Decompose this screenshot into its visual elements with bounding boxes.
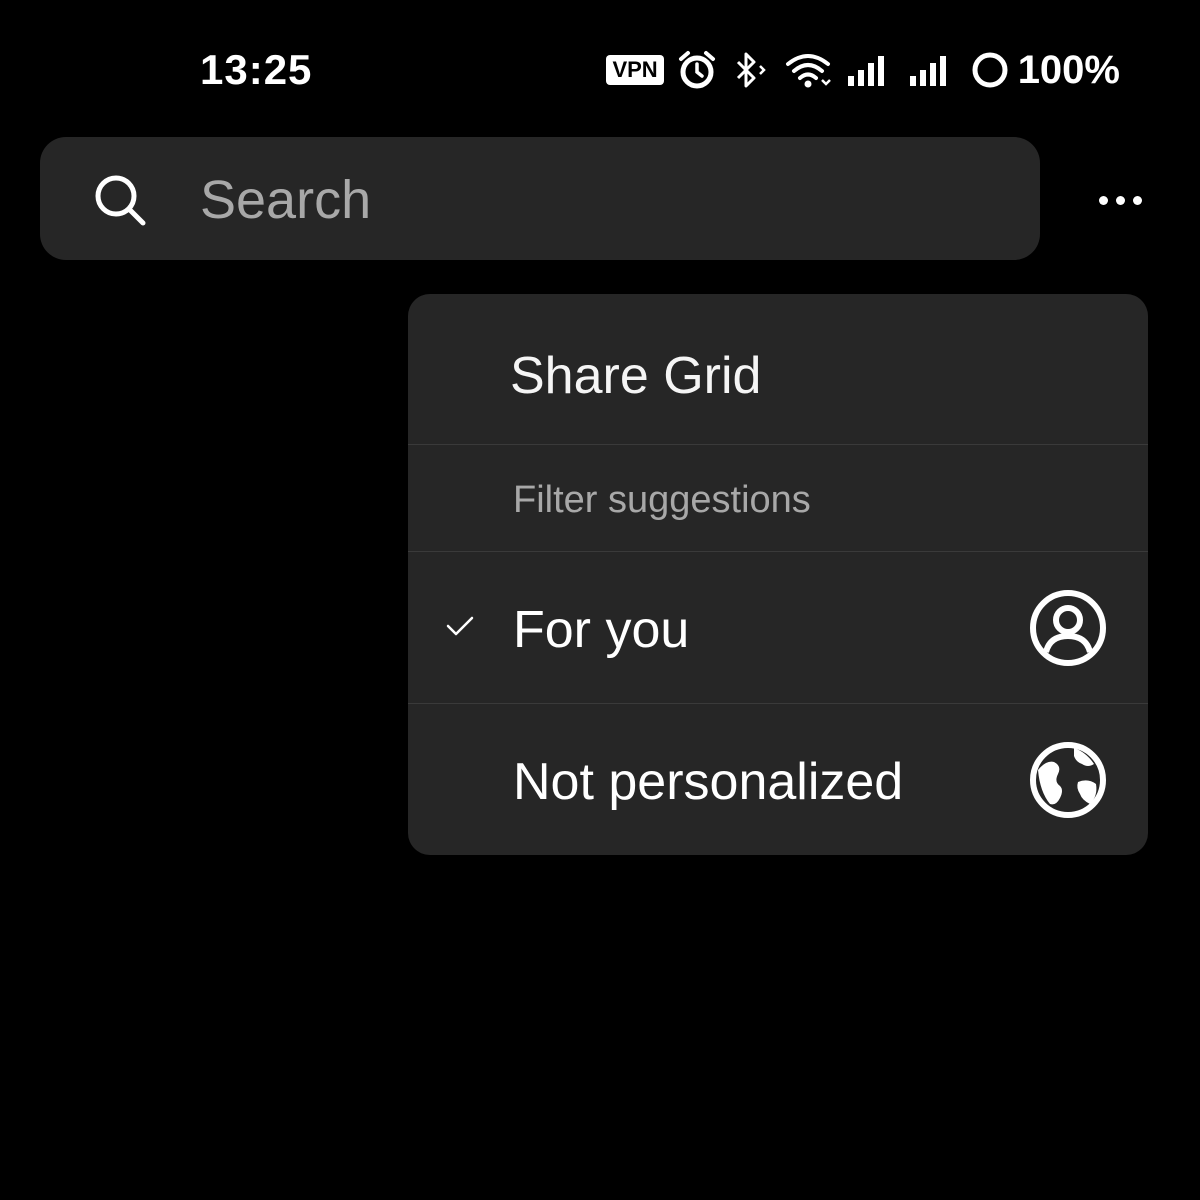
vpn-icon: VPN xyxy=(606,55,664,85)
more-horizontal-icon xyxy=(1115,195,1125,205)
status-bar: 13:25 VPN 100% xyxy=(0,40,1200,100)
option-not-personalized[interactable]: Not personalized xyxy=(408,704,1148,855)
bluetooth-icon xyxy=(736,52,766,88)
more-options-button[interactable] xyxy=(1090,180,1150,220)
alarm-icon xyxy=(678,51,715,89)
battery-ring-icon xyxy=(972,52,1008,88)
more-horizontal-icon xyxy=(1132,195,1142,205)
share-grid-label: Share Grid xyxy=(510,347,762,405)
filter-suggestions-label: Filter suggestions xyxy=(513,479,811,521)
status-icons: VPN 100% xyxy=(606,48,1120,92)
battery-percentage: 100% xyxy=(1017,47,1120,92)
user-circle-icon xyxy=(1030,590,1106,666)
signal-icon xyxy=(847,56,884,86)
screen: 13:25 VPN 100% Search Share Grid Filter … xyxy=(0,0,1200,1200)
search-input[interactable] xyxy=(200,160,1000,240)
signal-icon xyxy=(909,56,946,86)
filter-menu: Share Grid Filter suggestions For you No… xyxy=(408,294,1148,855)
option-for-you[interactable]: For you xyxy=(408,552,1148,703)
option-label: Not personalized xyxy=(513,753,904,811)
wifi-icon xyxy=(785,54,831,88)
option-label: For you xyxy=(513,601,690,659)
status-time: 13:25 xyxy=(200,46,313,93)
filter-suggestions-header: Filter suggestions xyxy=(408,445,1148,551)
search-icon xyxy=(95,175,146,226)
share-grid-item[interactable]: Share Grid xyxy=(408,294,1148,444)
more-horizontal-icon xyxy=(1098,195,1108,205)
globe-icon xyxy=(1030,742,1106,818)
check-icon xyxy=(446,616,474,636)
